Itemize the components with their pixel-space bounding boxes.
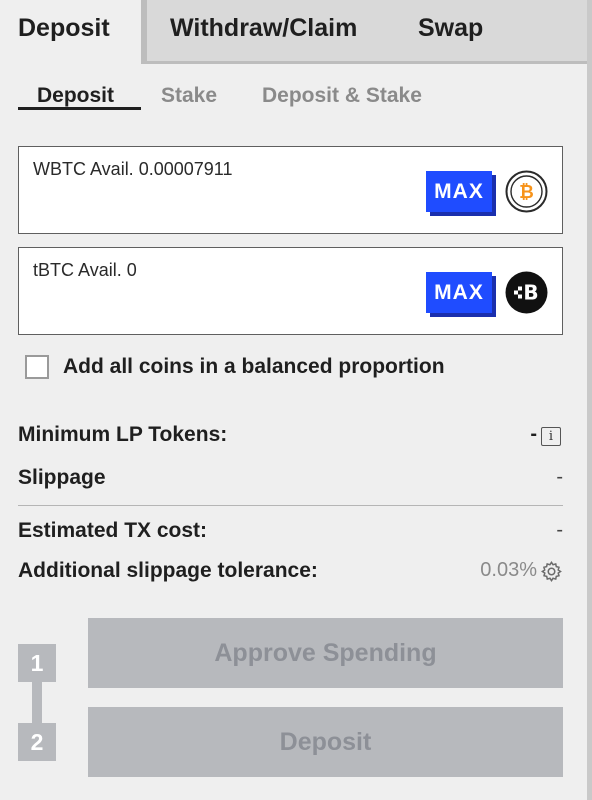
subtab-deposit[interactable]: Deposit — [37, 83, 114, 109]
top-tab-bar: Deposit Withdraw/Claim Swap — [0, 0, 592, 67]
tab-withdraw-claim[interactable]: Withdraw/Claim — [170, 0, 357, 64]
tx-cost-label: Estimated TX cost: — [18, 519, 208, 542]
tab-divider — [141, 0, 147, 64]
slippage-value: - — [556, 466, 563, 488]
min-lp-value: - — [530, 423, 537, 445]
wbtc-available-label: WBTC Avail. 0.00007911 — [33, 159, 233, 179]
deposit-button[interactable]: Deposit — [88, 707, 563, 777]
subtab-stake[interactable]: Stake — [161, 83, 217, 109]
gear-icon[interactable] — [540, 560, 563, 583]
step-2-badge: 2 — [18, 723, 56, 761]
step-connector — [32, 682, 42, 723]
info-icon[interactable]: i — [541, 427, 561, 446]
panel-edge — [587, 0, 592, 800]
tx-cost-value: - — [556, 519, 563, 541]
tbtc-glyph: B — [523, 281, 538, 305]
subtab-active-underline — [18, 107, 141, 110]
slippage-tolerance-label: Additional slippage tolerance: — [18, 559, 318, 582]
min-lp-label: Minimum LP Tokens: — [18, 423, 228, 446]
tbtc-max-button[interactable]: MAX — [426, 272, 492, 313]
bitcoin-icon: ₿ — [505, 170, 548, 213]
info-divider — [18, 505, 563, 506]
slippage-label: Slippage — [18, 466, 106, 489]
step-1-badge: 1 — [18, 644, 56, 682]
tbtc-available-label: tBTC Avail. 0 — [33, 260, 137, 280]
wbtc-max-button[interactable]: MAX — [426, 171, 492, 212]
slippage-tolerance-value: 0.03% — [480, 559, 537, 581]
tbtc-icon: B — [505, 271, 548, 314]
balanced-proportion-label: Add all coins in a balanced proportion — [63, 355, 445, 378]
bitcoin-glyph: ₿ — [519, 182, 534, 203]
tab-deposit[interactable]: Deposit — [0, 0, 141, 67]
wbtc-input-box[interactable]: WBTC Avail. 0.00007911 MAX ₿ — [18, 146, 563, 234]
balanced-proportion-checkbox[interactable] — [25, 355, 49, 379]
subtab-deposit-and-stake[interactable]: Deposit & Stake — [262, 83, 422, 109]
approve-spending-button[interactable]: Approve Spending — [88, 618, 563, 688]
tbtc-input-box[interactable]: tBTC Avail. 0 MAX B — [18, 247, 563, 335]
tab-swap[interactable]: Swap — [418, 0, 483, 64]
